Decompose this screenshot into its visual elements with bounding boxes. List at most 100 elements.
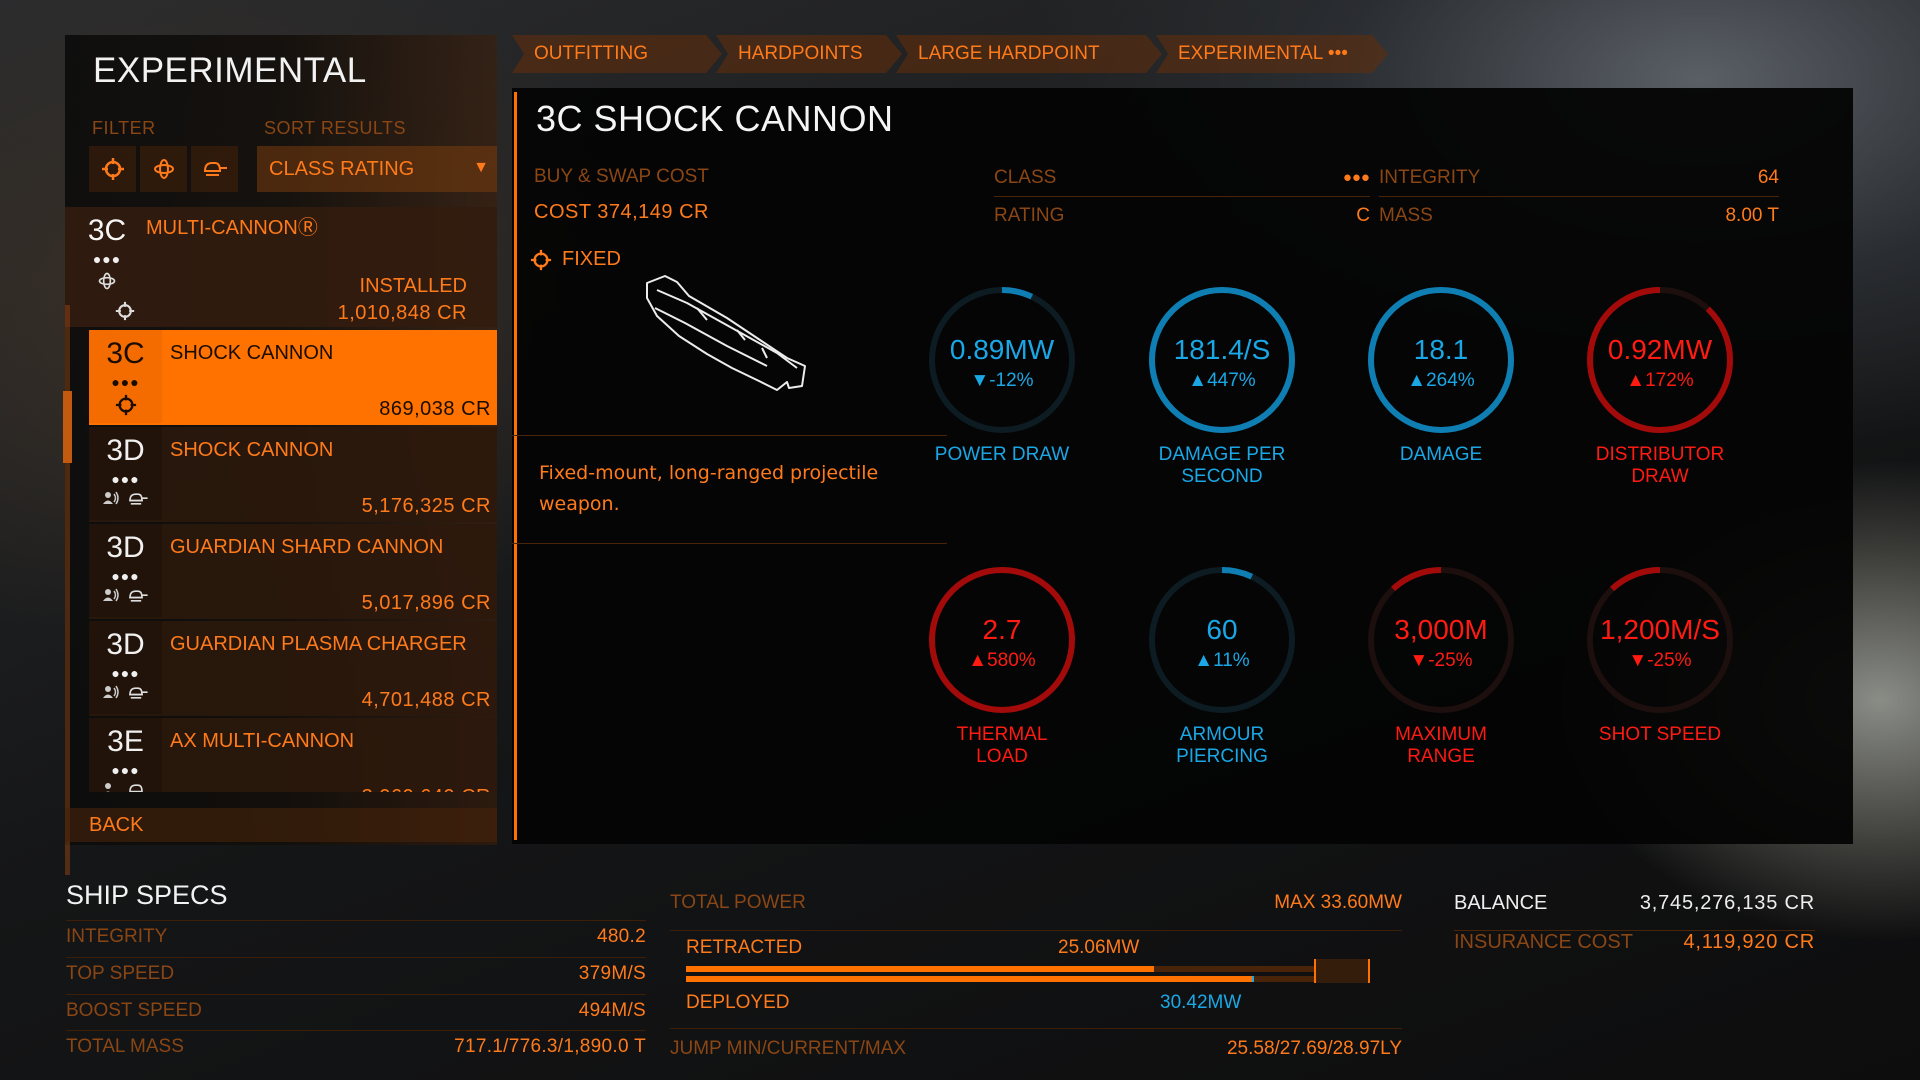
divider bbox=[512, 435, 947, 436]
size-dots: ●●● bbox=[111, 568, 140, 584]
list-item[interactable]: 3E ●●● AX MULTI-CANNON 3,060,640 CR bbox=[89, 718, 497, 792]
gauge-value: 0.92MW bbox=[1607, 334, 1713, 365]
weapon-model-icon bbox=[646, 275, 806, 391]
gauge-value: 0.89MW bbox=[949, 334, 1055, 365]
balance-value: 3,745,276,135 CR bbox=[1639, 892, 1815, 914]
power-summary: TOTAL POWER MAX 33.60MW RETRACTED 25.06M… bbox=[670, 880, 1402, 1060]
jump-value: 25.58/27.69/28.97LY bbox=[1226, 1038, 1402, 1059]
filter-label: FILTER bbox=[92, 118, 156, 138]
sort-value: CLASS RATING bbox=[269, 157, 415, 180]
gauge-power-draw: 0.89MW ▼-12% POWER DRAW bbox=[902, 284, 1102, 514]
class-rating: 3C bbox=[87, 214, 127, 247]
class-rating: 3C bbox=[106, 337, 145, 370]
max-power-value: MAX 33.60MW bbox=[1274, 892, 1402, 913]
powerplay-icon bbox=[102, 491, 119, 505]
class-rating: 3E bbox=[107, 725, 144, 758]
list-scrollbar[interactable] bbox=[63, 305, 72, 875]
list-item-selected[interactable]: 3C ●●● SHOCK CANNON 869,038 CR bbox=[89, 330, 497, 425]
gauge-label: SHOT SPEED bbox=[1598, 724, 1722, 745]
module-price: 5,017,896 CR bbox=[361, 592, 491, 614]
power-capacity-marker bbox=[1314, 959, 1370, 983]
gauge-thermal-load: 2.7 ▲580% THERMAL LOAD bbox=[902, 564, 1102, 794]
powerplay-icon bbox=[102, 685, 119, 699]
size-dots: ●●● bbox=[111, 471, 140, 487]
gauge-delta: ▼-25% bbox=[1628, 650, 1692, 671]
module-price: 5,176,325 CR bbox=[361, 495, 491, 517]
breadcrumb-outfitting[interactable]: OUTFITTING bbox=[512, 35, 722, 73]
deployed-power-bar bbox=[686, 976, 1314, 982]
turret-mount-icon bbox=[128, 784, 143, 792]
class-dots: ●●● bbox=[1342, 169, 1370, 186]
list-item[interactable]: 3D ●●● GUARDIAN PLASMA CHARGER 4,701,488… bbox=[89, 621, 497, 716]
gauge-delta: ▼-12% bbox=[970, 370, 1034, 391]
spec-integrity: INTEGRITY 480.2 bbox=[66, 920, 646, 950]
size-dots: ●●● bbox=[111, 762, 140, 778]
size-dots: ●●● bbox=[111, 665, 140, 681]
gauge-delta: ▲11% bbox=[1194, 650, 1250, 671]
class-rating: 3D bbox=[106, 531, 145, 564]
mount-label: FIXED bbox=[562, 248, 621, 270]
retracted-label: RETRACTED bbox=[686, 937, 803, 958]
gauge-delta: ▲580% bbox=[968, 650, 1036, 671]
powerplay-icon bbox=[102, 588, 119, 602]
breadcrumb-large-hardpoint[interactable]: LARGE HARDPOINT bbox=[896, 35, 1162, 73]
module-name: SHOCK CANNON bbox=[170, 342, 334, 364]
fixed-mount-icon bbox=[115, 394, 136, 416]
scrollbar-thumb[interactable] bbox=[63, 390, 72, 463]
spec-top-speed: TOP SPEED 379M/S bbox=[66, 957, 646, 987]
insurance-label: INSURANCE COST bbox=[1454, 931, 1633, 953]
gauge-delta: ▲447% bbox=[1188, 370, 1256, 391]
deployed-label: DEPLOYED bbox=[686, 992, 790, 1013]
retracted-power-bar bbox=[686, 966, 1314, 972]
fixed-mount-icon bbox=[530, 249, 552, 270]
fixed-mount-icon bbox=[115, 301, 135, 321]
balance-label: BALANCE bbox=[1454, 892, 1548, 914]
breadcrumb-experimental[interactable]: EXPERIMENTAL ••• bbox=[1156, 35, 1388, 73]
turret-mount-icon bbox=[128, 493, 148, 505]
gauge-maximum-range: 3,000M ▼-25% MAXIMUM RANGE bbox=[1341, 564, 1541, 794]
gauge-label: DAMAGE bbox=[1399, 444, 1483, 465]
gauge-label: POWER DRAW bbox=[934, 444, 1070, 465]
module-price: 1,010,848 CR bbox=[337, 302, 467, 324]
filter-turret-button[interactable] bbox=[191, 146, 238, 192]
insurance-value: 4,119,920 CR bbox=[1683, 931, 1815, 953]
sort-dropdown[interactable]: CLASS RATING ▼ bbox=[257, 146, 497, 192]
breadcrumb-hardpoints[interactable]: HARDPOINTS bbox=[716, 35, 902, 73]
module-title: 3C SHOCK CANNON bbox=[536, 98, 894, 139]
module-price: 3,060,640 CR bbox=[362, 786, 491, 792]
retracted-power-fill bbox=[686, 966, 1155, 972]
sort-label: SORT RESULTS bbox=[264, 118, 407, 138]
gauge-delta: ▲264% bbox=[1407, 370, 1475, 391]
chevron-down-icon: ▼ bbox=[473, 159, 489, 176]
list-item[interactable]: 3D ●●● GUARDIAN SHARD CANNON 5,017,896 C… bbox=[89, 524, 497, 619]
gauge-value: 181.4/S bbox=[1173, 334, 1271, 365]
panel-edge-accent bbox=[514, 92, 517, 840]
gimballed-mount-icon bbox=[153, 159, 174, 179]
gauge-armour-piercing: 60 ▲11% ARMOUR PIERCING bbox=[1122, 564, 1322, 794]
filter-fixed-button[interactable] bbox=[89, 146, 136, 192]
list-item-installed[interactable]: 3C ●●● MULTI-CANNONⓇ INSTALLED 1,010,848… bbox=[65, 207, 497, 327]
gauge-label: THERMAL LOAD bbox=[956, 724, 1048, 767]
size-dots: ●●● bbox=[111, 374, 140, 390]
module-list: 3C ●●● MULTI-CANNONⓇ INSTALLED 1,010,848… bbox=[65, 207, 497, 792]
module-name: SHOCK CANNON bbox=[170, 439, 334, 461]
gimballed-mount-icon bbox=[98, 272, 116, 290]
module-description: Fixed-mount, long-ranged projectile weap… bbox=[539, 462, 879, 515]
module-price: 4,701,488 CR bbox=[361, 689, 491, 711]
module-name: MULTI-CANNONⓇ bbox=[146, 217, 318, 239]
deployed-power-fill bbox=[686, 976, 1255, 982]
gauge-value: 2.7 bbox=[982, 614, 1022, 645]
list-item[interactable]: 3D ●●● SHOCK CANNON 5,176,325 CR bbox=[89, 427, 497, 522]
gauge-label: MAXIMUM RANGE bbox=[1395, 724, 1487, 767]
module-name: GUARDIAN PLASMA CHARGER bbox=[170, 633, 467, 655]
deployed-value: 30.42MW bbox=[1160, 992, 1242, 1013]
gauge-delta: ▲172% bbox=[1626, 370, 1694, 391]
back-button[interactable]: BACK bbox=[65, 808, 497, 842]
turret-mount-icon bbox=[203, 162, 227, 176]
gauge-distributor-draw: 0.92MW ▲172% DISTRIBUTOR DRAW bbox=[1560, 284, 1760, 514]
powerplay-icon bbox=[104, 783, 111, 792]
gauge-value: 18.1 bbox=[1413, 334, 1469, 365]
gauge-label: ARMOUR PIERCING bbox=[1176, 724, 1268, 767]
cost-label: BUY & SWAP COST bbox=[534, 166, 709, 187]
filter-gimballed-button[interactable] bbox=[140, 146, 187, 192]
